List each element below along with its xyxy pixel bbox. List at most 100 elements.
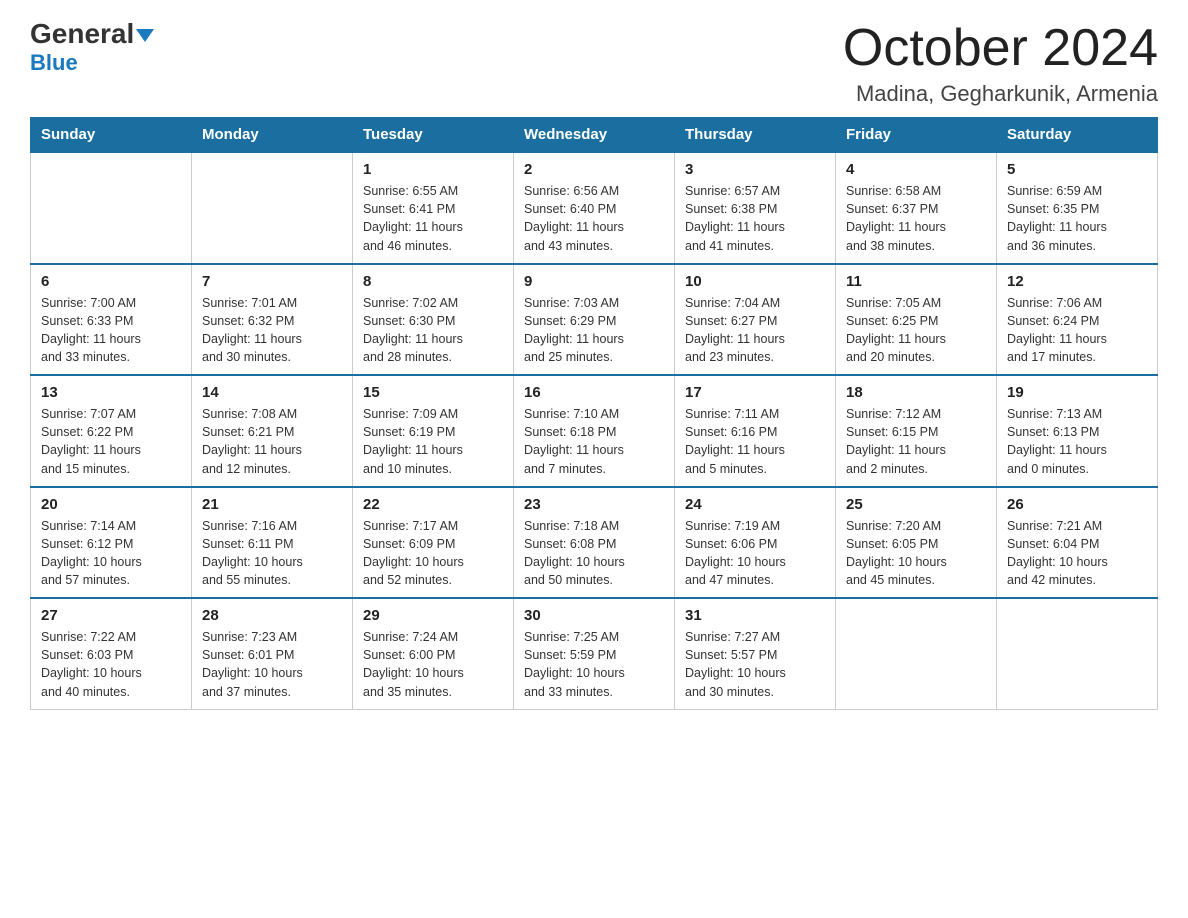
calendar-cell: 3 Sunrise: 6:57 AM Sunset: 6:38 PM Daylig…: [675, 152, 836, 264]
calendar-cell: 20 Sunrise: 7:14 AM Sunset: 6:12 PM Dayli…: [31, 487, 192, 599]
day-info: Sunrise: 7:27 AM Sunset: 5:57 PM Dayligh…: [685, 628, 825, 701]
day-info: Sunrise: 7:11 AM Sunset: 6:16 PM Dayligh…: [685, 405, 825, 478]
logo: General Blue: [30, 20, 154, 76]
calendar-cell: 13 Sunrise: 7:07 AM Sunset: 6:22 PM Dayli…: [31, 375, 192, 487]
day-info: Sunrise: 7:06 AM Sunset: 6:24 PM Dayligh…: [1007, 294, 1147, 367]
calendar-cell: [31, 152, 192, 264]
day-number: 13: [41, 384, 181, 401]
day-info: Sunrise: 7:02 AM Sunset: 6:30 PM Dayligh…: [363, 294, 503, 367]
day-info: Sunrise: 7:21 AM Sunset: 6:04 PM Dayligh…: [1007, 517, 1147, 590]
calendar-week-row: 13 Sunrise: 7:07 AM Sunset: 6:22 PM Dayli…: [31, 375, 1158, 487]
calendar-cell: 16 Sunrise: 7:10 AM Sunset: 6:18 PM Dayli…: [514, 375, 675, 487]
calendar-cell: 23 Sunrise: 7:18 AM Sunset: 6:08 PM Dayli…: [514, 487, 675, 599]
calendar-cell: [836, 598, 997, 709]
calendar-cell: 25Sunrise: 7:20 AM Sunset: 6:05 PM Dayli…: [836, 487, 997, 599]
day-number: 5: [1007, 161, 1147, 178]
calendar-header-friday: Friday: [836, 118, 997, 153]
day-info: Sunrise: 7:03 AM Sunset: 6:29 PM Dayligh…: [524, 294, 664, 367]
day-number: 22: [363, 496, 503, 513]
day-number: 2: [524, 161, 664, 178]
calendar-header-tuesday: Tuesday: [353, 118, 514, 153]
day-info: Sunrise: 7:22 AM Sunset: 6:03 PM Dayligh…: [41, 628, 181, 701]
day-number: 3: [685, 161, 825, 178]
calendar-week-row: 27 Sunrise: 7:22 AM Sunset: 6:03 PM Dayli…: [31, 598, 1158, 709]
page-subtitle: Madina, Gegharkunik, Armenia: [843, 81, 1158, 107]
day-info: Sunrise: 7:07 AM Sunset: 6:22 PM Dayligh…: [41, 405, 181, 478]
day-number: 26: [1007, 496, 1147, 513]
calendar-cell: 4Sunrise: 6:58 AM Sunset: 6:37 PM Daylig…: [836, 152, 997, 264]
calendar-week-row: 6Sunrise: 7:00 AM Sunset: 6:33 PM Daylig…: [31, 264, 1158, 376]
day-info: Sunrise: 7:01 AM Sunset: 6:32 PM Dayligh…: [202, 294, 342, 367]
day-number: 1: [363, 161, 503, 178]
day-info: Sunrise: 7:19 AM Sunset: 6:06 PM Dayligh…: [685, 517, 825, 590]
day-number: 31: [685, 607, 825, 624]
day-number: 25: [846, 496, 986, 513]
day-info: Sunrise: 6:59 AM Sunset: 6:35 PM Dayligh…: [1007, 182, 1147, 255]
day-info: Sunrise: 7:23 AM Sunset: 6:01 PM Dayligh…: [202, 628, 342, 701]
calendar-cell: 10Sunrise: 7:04 AM Sunset: 6:27 PM Dayli…: [675, 264, 836, 376]
calendar-cell: 2 Sunrise: 6:56 AM Sunset: 6:40 PM Daylig…: [514, 152, 675, 264]
calendar-cell: 15 Sunrise: 7:09 AM Sunset: 6:19 PM Dayli…: [353, 375, 514, 487]
day-info: Sunrise: 7:10 AM Sunset: 6:18 PM Dayligh…: [524, 405, 664, 478]
calendar-cell: 17 Sunrise: 7:11 AM Sunset: 6:16 PM Dayli…: [675, 375, 836, 487]
day-number: 15: [363, 384, 503, 401]
day-number: 7: [202, 273, 342, 290]
calendar-cell: 5 Sunrise: 6:59 AM Sunset: 6:35 PM Daylig…: [997, 152, 1158, 264]
calendar-cell: 26 Sunrise: 7:21 AM Sunset: 6:04 PM Dayli…: [997, 487, 1158, 599]
calendar-header-thursday: Thursday: [675, 118, 836, 153]
calendar-cell: 24Sunrise: 7:19 AM Sunset: 6:06 PM Dayli…: [675, 487, 836, 599]
logo-line1: General: [30, 20, 154, 48]
calendar-cell: 22 Sunrise: 7:17 AM Sunset: 6:09 PM Dayli…: [353, 487, 514, 599]
day-info: Sunrise: 7:24 AM Sunset: 6:00 PM Dayligh…: [363, 628, 503, 701]
day-number: 14: [202, 384, 342, 401]
day-number: 29: [363, 607, 503, 624]
calendar-cell: [997, 598, 1158, 709]
day-number: 16: [524, 384, 664, 401]
day-number: 10: [685, 273, 825, 290]
day-info: Sunrise: 7:16 AM Sunset: 6:11 PM Dayligh…: [202, 517, 342, 590]
day-info: Sunrise: 7:09 AM Sunset: 6:19 PM Dayligh…: [363, 405, 503, 478]
day-number: 19: [1007, 384, 1147, 401]
calendar-cell: 8Sunrise: 7:02 AM Sunset: 6:30 PM Daylig…: [353, 264, 514, 376]
calendar-header-monday: Monday: [192, 118, 353, 153]
day-info: Sunrise: 7:18 AM Sunset: 6:08 PM Dayligh…: [524, 517, 664, 590]
day-number: 4: [846, 161, 986, 178]
calendar-cell: 11 Sunrise: 7:05 AM Sunset: 6:25 PM Dayli…: [836, 264, 997, 376]
day-info: Sunrise: 6:56 AM Sunset: 6:40 PM Dayligh…: [524, 182, 664, 255]
day-info: Sunrise: 6:57 AM Sunset: 6:38 PM Dayligh…: [685, 182, 825, 255]
day-number: 30: [524, 607, 664, 624]
calendar-cell: 12Sunrise: 7:06 AM Sunset: 6:24 PM Dayli…: [997, 264, 1158, 376]
calendar-cell: 28Sunrise: 7:23 AM Sunset: 6:01 PM Dayli…: [192, 598, 353, 709]
calendar-cell: 31 Sunrise: 7:27 AM Sunset: 5:57 PM Dayli…: [675, 598, 836, 709]
day-number: 11: [846, 273, 986, 290]
calendar-cell: 18Sunrise: 7:12 AM Sunset: 6:15 PM Dayli…: [836, 375, 997, 487]
calendar-header-row: SundayMondayTuesdayWednesdayThursdayFrid…: [31, 118, 1158, 153]
calendar-cell: 1Sunrise: 6:55 AM Sunset: 6:41 PM Daylig…: [353, 152, 514, 264]
day-number: 17: [685, 384, 825, 401]
calendar-cell: 6Sunrise: 7:00 AM Sunset: 6:33 PM Daylig…: [31, 264, 192, 376]
calendar-cell: 21 Sunrise: 7:16 AM Sunset: 6:11 PM Dayli…: [192, 487, 353, 599]
calendar-week-row: 20 Sunrise: 7:14 AM Sunset: 6:12 PM Dayli…: [31, 487, 1158, 599]
day-info: Sunrise: 7:08 AM Sunset: 6:21 PM Dayligh…: [202, 405, 342, 478]
page-title: October 2024: [843, 20, 1158, 77]
day-info: Sunrise: 7:13 AM Sunset: 6:13 PM Dayligh…: [1007, 405, 1147, 478]
day-number: 9: [524, 273, 664, 290]
day-info: Sunrise: 7:05 AM Sunset: 6:25 PM Dayligh…: [846, 294, 986, 367]
calendar-header-saturday: Saturday: [997, 118, 1158, 153]
calendar-cell: 19 Sunrise: 7:13 AM Sunset: 6:13 PM Dayli…: [997, 375, 1158, 487]
day-info: Sunrise: 7:14 AM Sunset: 6:12 PM Dayligh…: [41, 517, 181, 590]
calendar-table: SundayMondayTuesdayWednesdayThursdayFrid…: [30, 117, 1158, 710]
day-number: 20: [41, 496, 181, 513]
calendar-cell: 27 Sunrise: 7:22 AM Sunset: 6:03 PM Dayli…: [31, 598, 192, 709]
title-block: October 2024 Madina, Gegharkunik, Armeni…: [843, 20, 1158, 107]
day-number: 23: [524, 496, 664, 513]
day-info: Sunrise: 7:17 AM Sunset: 6:09 PM Dayligh…: [363, 517, 503, 590]
page-header: General Blue October 2024 Madina, Geghar…: [30, 20, 1158, 107]
calendar-header-wednesday: Wednesday: [514, 118, 675, 153]
calendar-cell: 30Sunrise: 7:25 AM Sunset: 5:59 PM Dayli…: [514, 598, 675, 709]
day-number: 27: [41, 607, 181, 624]
day-number: 21: [202, 496, 342, 513]
logo-line2: Blue: [30, 50, 78, 76]
calendar-cell: 7 Sunrise: 7:01 AM Sunset: 6:32 PM Daylig…: [192, 264, 353, 376]
calendar-cell: 14 Sunrise: 7:08 AM Sunset: 6:21 PM Dayli…: [192, 375, 353, 487]
